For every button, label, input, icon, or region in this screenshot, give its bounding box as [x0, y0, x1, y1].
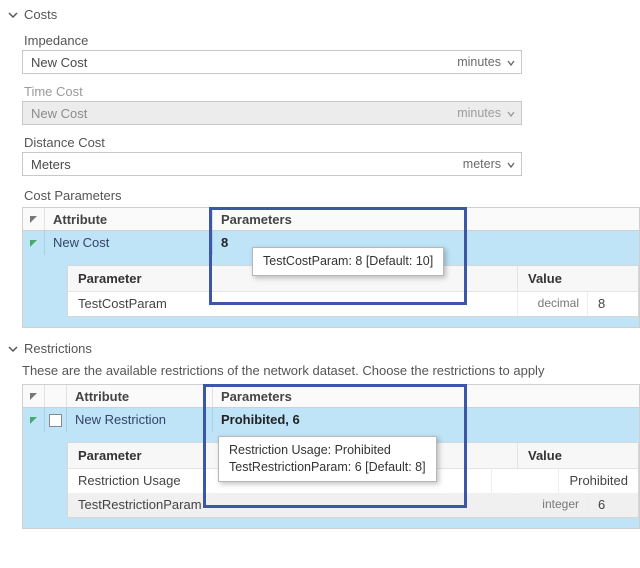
nested-param-name: TestRestrictionParam: [68, 493, 518, 517]
nested-param-value: Prohibited: [559, 469, 638, 493]
time-cost-value: New Cost: [31, 106, 87, 121]
cost-params-label: Cost Parameters: [24, 188, 640, 203]
nested-row[interactable]: TestRestrictionParam integer 6: [68, 493, 638, 517]
cost-params-header-row: Attribute Parameters: [22, 207, 640, 231]
distance-cost-unit: meters: [463, 157, 501, 171]
impedance-label: Impedance: [24, 33, 640, 48]
impedance-group: Impedance New Cost minutes: [0, 25, 640, 76]
costs-header[interactable]: Costs: [0, 4, 640, 25]
col-attribute: Attribute: [45, 208, 213, 230]
col-attribute: Attribute: [67, 385, 213, 407]
col-parameters: Parameters: [213, 208, 639, 230]
col-checkbox: [45, 385, 67, 407]
restrictions-nested-table: Parameter Value Restriction Usage Prohib…: [67, 442, 639, 518]
impedance-unit: minutes: [457, 55, 501, 69]
row-expand-toggle[interactable]: [23, 231, 45, 255]
nested-param-value: 6: [588, 493, 638, 517]
cost-nested-area: Parameter Value TestCostParam decimal 8: [22, 255, 640, 328]
chevron-down-icon: [8, 10, 18, 20]
costs-section: Costs Impedance New Cost minutes Time Co…: [0, 0, 640, 328]
time-cost-label: Time Cost: [24, 84, 640, 99]
distance-cost-group: Distance Cost Meters meters: [0, 127, 640, 178]
nested-col-value: Value: [518, 443, 638, 469]
checkbox-icon: [49, 414, 62, 427]
caret-down-icon: [507, 55, 515, 70]
nested-param-value: 8: [588, 292, 638, 316]
cost-params-table-wrap: Attribute Parameters New Cost 8 Paramete…: [0, 207, 640, 328]
nested-param-type: [492, 469, 559, 493]
cost-params-row[interactable]: New Cost 8: [22, 231, 640, 255]
nested-param-type: integer: [518, 493, 588, 517]
nested-param-name: Restriction Usage: [68, 469, 492, 493]
nested-header: Parameter Value: [68, 266, 638, 292]
row-parameters: 8: [213, 231, 639, 255]
nested-param-type: decimal: [518, 292, 588, 316]
cost-params-group: Cost Parameters: [0, 178, 640, 207]
cost-nested-table: Parameter Value TestCostParam decimal 8: [67, 265, 639, 317]
nested-header: Parameter Value: [68, 443, 638, 469]
expand-all-toggle[interactable]: [23, 208, 45, 230]
nested-col-value: Value: [518, 266, 638, 292]
restrictions-nested-area: Parameter Value Restriction Usage Prohib…: [22, 432, 640, 529]
caret-down-icon: [507, 157, 515, 172]
caret-down-icon: [507, 106, 515, 121]
restrictions-header[interactable]: Restrictions: [0, 338, 640, 359]
row-attribute: New Restriction: [67, 408, 213, 432]
row-attribute: New Cost: [45, 231, 213, 255]
nested-row[interactable]: TestCostParam decimal 8: [68, 292, 638, 316]
nested-param-name: TestCostParam: [68, 292, 518, 316]
nested-col-parameter: Parameter: [68, 266, 518, 292]
distance-cost-value: Meters: [31, 157, 71, 172]
row-expand-toggle[interactable]: [23, 408, 45, 432]
nested-col-parameter: Parameter: [68, 443, 518, 469]
restrictions-header-row: Attribute Parameters: [22, 384, 640, 408]
time-cost-dropdown: New Cost minutes: [22, 101, 522, 125]
distance-cost-dropdown[interactable]: Meters meters: [22, 152, 522, 176]
restrictions-row[interactable]: New Restriction Prohibited, 6: [22, 408, 640, 432]
restrictions-description: These are the available restrictions of …: [0, 359, 640, 384]
expand-all-toggle[interactable]: [23, 385, 45, 407]
impedance-dropdown[interactable]: New Cost minutes: [22, 50, 522, 74]
nested-row[interactable]: Restriction Usage Prohibited: [68, 469, 638, 493]
restrictions-table-wrap: Attribute Parameters New Restriction Pro…: [0, 384, 640, 529]
time-cost-unit: minutes: [457, 106, 501, 120]
costs-title: Costs: [24, 7, 57, 22]
distance-cost-label: Distance Cost: [24, 135, 640, 150]
row-checkbox[interactable]: [45, 408, 67, 432]
row-parameters: Prohibited, 6: [213, 408, 639, 432]
col-parameters: Parameters: [213, 385, 639, 407]
restrictions-title: Restrictions: [24, 341, 92, 356]
chevron-down-icon: [8, 344, 18, 354]
time-cost-group: Time Cost New Cost minutes: [0, 76, 640, 127]
restrictions-section: Restrictions These are the available res…: [0, 334, 640, 529]
impedance-value: New Cost: [31, 55, 87, 70]
